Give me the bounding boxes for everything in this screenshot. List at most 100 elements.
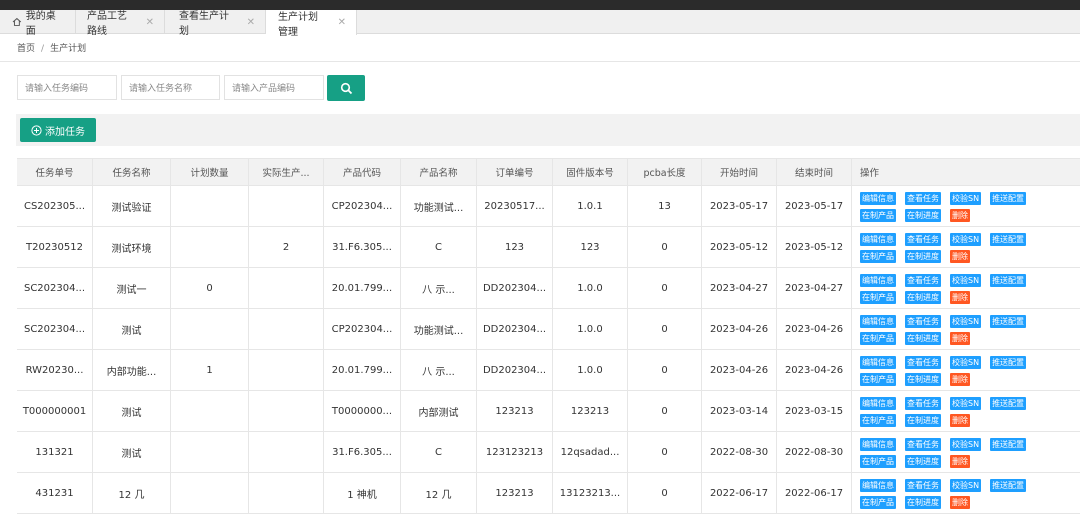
tab-view-plan[interactable]: 查看生产计划 ✕ — [165, 10, 266, 37]
tab-label: 查看生产计划 — [179, 11, 229, 37]
edit-info-button[interactable]: 编辑信息 — [860, 479, 896, 492]
in-product-button[interactable]: 在制产品 — [860, 250, 896, 263]
close-icon[interactable]: ✕ — [146, 17, 154, 28]
in-progress-button[interactable]: 在制进度 — [905, 291, 941, 304]
actions-cell: 编辑信息 查看任务 校验SN 推送配置在制产品 在制进度 删除 — [852, 186, 1080, 226]
verify-sn-button[interactable]: 校验SN — [950, 397, 982, 410]
close-icon[interactable]: ✕ — [338, 17, 346, 28]
delete-button[interactable]: 删除 — [950, 373, 970, 386]
tab-product-route[interactable]: 产品工艺路线 ✕ — [76, 10, 165, 37]
push-config-button[interactable]: 推送配置 — [990, 397, 1027, 410]
edit-info-button[interactable]: 编辑信息 — [860, 315, 896, 328]
view-task-button[interactable]: 查看任务 — [905, 233, 941, 246]
product-code-cell: 31.F6.305... — [324, 432, 401, 472]
start-time-cell: 2023-04-26 — [702, 309, 777, 349]
tab-plan-management[interactable]: 生产计划管理 ✕ — [266, 10, 357, 38]
verify-sn-button[interactable]: 校验SN — [950, 274, 982, 287]
in-progress-button[interactable]: 在制进度 — [905, 414, 941, 427]
push-config-button[interactable]: 推送配置 — [990, 233, 1027, 246]
delete-button[interactable]: 删除 — [950, 332, 970, 345]
push-config-button[interactable]: 推送配置 — [990, 315, 1027, 328]
edit-info-button[interactable]: 编辑信息 — [860, 192, 896, 205]
edit-info-button[interactable]: 编辑信息 — [860, 397, 896, 410]
delete-button[interactable]: 删除 — [950, 414, 970, 427]
verify-sn-button[interactable]: 校验SN — [950, 479, 982, 492]
in-product-button[interactable]: 在制产品 — [860, 496, 896, 509]
table-row[interactable]: T000000001 测试 T0000000... 内部测试 123213 123213 0… — [17, 391, 1080, 432]
in-product-button[interactable]: 在制产品 — [860, 332, 896, 345]
tab-my-desktop[interactable]: 我的桌面 — [0, 10, 76, 37]
column-header: 任务名称 — [93, 159, 171, 185]
edit-info-button[interactable]: 编辑信息 — [860, 438, 896, 451]
view-task-button[interactable]: 查看任务 — [905, 438, 941, 451]
view-task-button[interactable]: 查看任务 — [905, 315, 941, 328]
delete-button[interactable]: 删除 — [950, 291, 970, 304]
action-button-row: 编辑信息 查看任务 校验SN 推送配置 — [860, 354, 1035, 371]
actions-cell: 编辑信息 查看任务 校验SN 推送配置在制产品 在制进度 删除 — [852, 268, 1080, 308]
toolbar — [16, 114, 1080, 146]
order-no-cell: 123123213 — [477, 432, 553, 472]
verify-sn-button[interactable]: 校验SN — [950, 315, 982, 328]
view-task-button[interactable]: 查看任务 — [905, 356, 941, 369]
task-name-input[interactable]: 请输入任务名称 — [121, 75, 220, 100]
push-config-button[interactable]: 推送配置 — [990, 438, 1027, 451]
in-progress-button[interactable]: 在制进度 — [905, 496, 941, 509]
in-product-button[interactable]: 在制产品 — [860, 373, 896, 386]
product-code-input[interactable]: 请输入产品编码 — [224, 75, 324, 100]
table-row[interactable]: RW20230... 内部功能... 1 20.01.799... 八 示... DD20… — [17, 350, 1080, 391]
in-product-button[interactable]: 在制产品 — [860, 455, 896, 468]
verify-sn-button[interactable]: 校验SN — [950, 356, 982, 369]
verify-sn-button[interactable]: 校验SN — [950, 438, 982, 451]
add-task-button[interactable]: 添加任务 — [20, 118, 96, 142]
in-progress-button[interactable]: 在制进度 — [905, 209, 941, 222]
firmware-cell: 1.0.1 — [553, 186, 628, 226]
table-row[interactable]: 131321 测试 31.F6.305... C 123123213 12qsadad..… — [17, 432, 1080, 473]
view-task-button[interactable]: 查看任务 — [905, 192, 941, 205]
push-config-button[interactable]: 推送配置 — [990, 479, 1027, 492]
push-config-button[interactable]: 推送配置 — [990, 274, 1027, 287]
table-row[interactable]: T20230512 测试环境 2 31.F6.305... C 123 123 0 2023-0… — [17, 227, 1080, 268]
pcba-cell: 0 — [628, 391, 702, 431]
edit-info-button[interactable]: 编辑信息 — [860, 274, 896, 287]
column-header: 计划数量 — [171, 159, 249, 185]
delete-button[interactable]: 删除 — [950, 209, 970, 222]
view-task-button[interactable]: 查看任务 — [905, 397, 941, 410]
table-row[interactable]: SC202304... 测试 CP202304... 功能测试... DD202304.… — [17, 309, 1080, 350]
verify-sn-button[interactable]: 校验SN — [950, 192, 982, 205]
start-time-cell: 2023-03-14 — [702, 391, 777, 431]
search-button[interactable] — [327, 75, 365, 101]
task-code-placeholder: 请输入任务编码 — [25, 84, 89, 94]
view-task-button[interactable]: 查看任务 — [905, 479, 941, 492]
delete-button[interactable]: 删除 — [950, 250, 970, 263]
plan-qty-cell — [171, 309, 249, 349]
table-row[interactable]: 431231 12 几1 神机 12 几 123213 13123213... 0 2022… — [17, 473, 1080, 514]
table-row[interactable]: CS202305... 测试验证 CP202304... 功能测试... 2023051… — [17, 186, 1080, 227]
edit-info-button[interactable]: 编辑信息 — [860, 356, 896, 369]
in-progress-button[interactable]: 在制进度 — [905, 332, 941, 345]
action-button-row: 编辑信息 查看任务 校验SN 推送配置 — [860, 231, 1035, 248]
in-product-button[interactable]: 在制产品 — [860, 291, 896, 304]
in-progress-button[interactable]: 在制进度 — [905, 373, 941, 386]
close-icon[interactable]: ✕ — [247, 17, 255, 28]
delete-button[interactable]: 删除 — [950, 496, 970, 509]
delete-button[interactable]: 删除 — [950, 455, 970, 468]
actual-qty-cell — [249, 432, 324, 472]
in-product-button[interactable]: 在制产品 — [860, 414, 896, 427]
view-task-button[interactable]: 查看任务 — [905, 274, 941, 287]
breadcrumb-home[interactable]: 首页 — [17, 44, 35, 54]
table-row[interactable]: SC202304... 测试一 0 20.01.799... 八 示... DD20230… — [17, 268, 1080, 309]
task-name-cell: 测试环境 — [93, 227, 171, 267]
task-name-placeholder: 请输入任务名称 — [129, 84, 193, 94]
task-code-input[interactable]: 请输入任务编码 — [17, 75, 117, 100]
in-progress-button[interactable]: 在制进度 — [905, 455, 941, 468]
verify-sn-button[interactable]: 校验SN — [950, 233, 982, 246]
firmware-cell: 123213 — [553, 391, 628, 431]
push-config-button[interactable]: 推送配置 — [990, 356, 1027, 369]
actions-cell: 编辑信息 查看任务 校验SN 推送配置在制产品 在制进度 删除 — [852, 473, 1080, 513]
push-config-button[interactable]: 推送配置 — [990, 192, 1027, 205]
in-progress-button[interactable]: 在制进度 — [905, 250, 941, 263]
in-product-button[interactable]: 在制产品 — [860, 209, 896, 222]
actions-cell: 编辑信息 查看任务 校验SN 推送配置在制产品 在制进度 删除 — [852, 309, 1080, 349]
actual-qty-cell: 2 — [249, 227, 324, 267]
edit-info-button[interactable]: 编辑信息 — [860, 233, 896, 246]
